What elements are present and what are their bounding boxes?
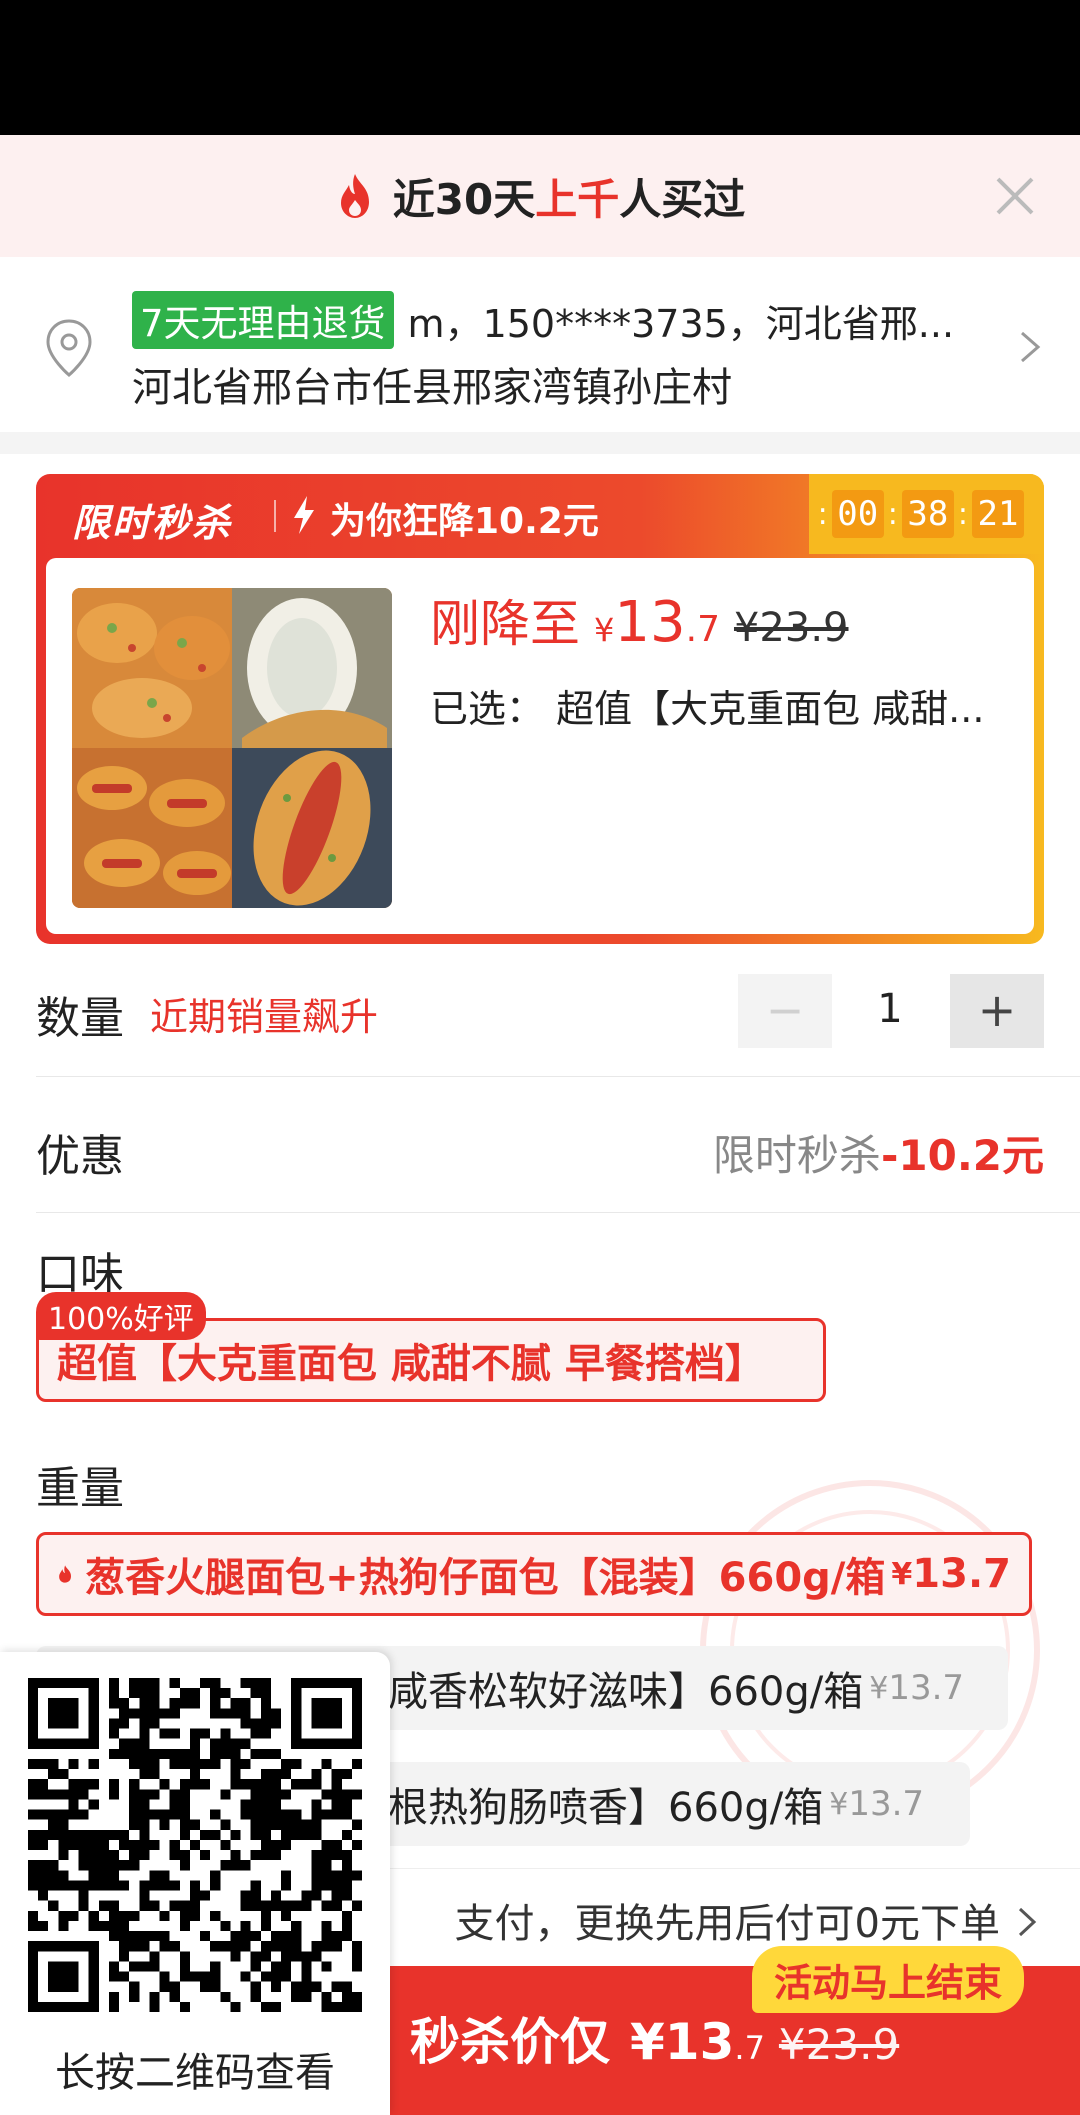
payment-method-text: 支付，更换先用后付可0元下单	[454, 1901, 1000, 1947]
sale-price-line: 刚降至 ¥ 13 .7 ¥23.9	[430, 584, 849, 656]
flash-sale-card: 限时秒杀 为你狂降10.2元 : 00 : 38 : 21 刚降至 ¥ 13 .…	[36, 474, 1044, 944]
timer-seconds: 21	[972, 490, 1024, 538]
selected-variant: 已选： 超值【大克重面包 咸甜...	[430, 687, 985, 731]
lightning-icon	[294, 496, 314, 534]
location-pin-icon	[46, 319, 92, 377]
status-bar	[0, 0, 1080, 135]
quantity-increment-button[interactable]: +	[950, 974, 1044, 1048]
chevron-right-icon	[1021, 331, 1041, 363]
address-contact: m，150****3735，河北省邢...	[407, 301, 955, 346]
qr-caption: 长按二维码查看	[55, 2050, 335, 2096]
original-price: ¥23.9	[733, 605, 849, 651]
buy-price-decimal: .7	[734, 2029, 765, 2067]
checkout-sheet: 近30天 上千 人买过 7天无理由退货 m，150****3735，河北省邢... …	[0, 0, 1080, 2115]
price-integer: 13	[614, 590, 686, 655]
timer-colon: :	[957, 496, 968, 532]
banner-text-highlight: 上千	[535, 174, 620, 224]
bread-collage-illustration	[72, 588, 392, 908]
weight-option-currency: ¥	[829, 1786, 849, 1822]
chevron-right-icon	[1018, 1907, 1037, 1937]
fire-icon	[340, 174, 369, 218]
buy-original-price: ¥23.9	[778, 2020, 900, 2069]
address-detail: 河北省邢台市任县邢家湾镇孙庄村	[132, 365, 732, 411]
price-drop-label: 刚降至	[430, 595, 580, 653]
weight-option-text: 葱香火腿面包+热狗仔面包【混装】660g/箱	[85, 1555, 886, 1601]
price-currency: ¥	[594, 611, 615, 649]
divider	[36, 1212, 1080, 1213]
flash-sale-header: 限时秒杀 为你狂降10.2元 : 00 : 38 : 21	[36, 474, 1044, 554]
weight-option-price: 13.7	[912, 1551, 1011, 1597]
qr-code-panel[interactable]: 长按二维码查看	[0, 1652, 390, 2115]
return-policy-tag: 7天无理由退货	[132, 291, 394, 349]
buy-price-integer: 13	[664, 2013, 735, 2071]
product-image[interactable]	[72, 588, 392, 908]
quantity-decrement-button[interactable]: −	[738, 974, 832, 1048]
product-summary: 刚降至 ¥ 13 .7 ¥23.9 已选： 超值【大克重面包 咸甜...	[46, 558, 1034, 934]
ending-soon-badge: 活动马上结束	[752, 1946, 1025, 2013]
quantity-value[interactable]: 1	[860, 986, 920, 1032]
weight-option-currency: ¥	[891, 1556, 913, 1592]
weight-option-price: 13.7	[888, 1668, 965, 1708]
discount-value: 限时秒杀-10.2元	[713, 1122, 1044, 1183]
fire-icon	[59, 1565, 72, 1583]
countdown-timer: : 00 : 38 : 21	[814, 490, 1024, 538]
timer-colon: :	[887, 496, 898, 532]
buy-label: 秒杀价仅	[410, 2013, 610, 2071]
timer-hours: 00	[831, 490, 884, 538]
social-proof-banner: 近30天 上千 人买过	[0, 135, 1080, 257]
price-drop-text: 为你狂降10.2元	[330, 501, 599, 542]
buy-currency: ¥	[630, 2013, 665, 2071]
weight-option-text: 根热狗肠喷香】660g/箱	[388, 1785, 824, 1831]
close-icon[interactable]	[990, 171, 1040, 221]
discount-amount: -10.2元	[880, 1131, 1044, 1180]
weight-option-currency: ¥	[869, 1670, 889, 1706]
section-separator	[0, 432, 1080, 454]
sales-hint: 近期销量飙升	[150, 995, 379, 1039]
header-divider	[274, 500, 276, 532]
weight-label: 重量	[36, 1463, 124, 1514]
discount-name: 限时秒杀	[712, 1131, 881, 1180]
discount-row: 优惠 限时秒杀-10.2元	[0, 1082, 1080, 1212]
divider	[36, 1076, 1080, 1077]
weight-option-selected[interactable]: 葱香火腿面包+热狗仔面包【混装】660g/箱 ¥ 13.7	[36, 1532, 1032, 1616]
quantity-row: 数量 近期销量飙升 − 1 +	[0, 964, 1080, 1076]
rating-badge: 100%好评	[36, 1292, 206, 1340]
weight-option-price: 13.7	[848, 1784, 925, 1824]
timer-minutes: 38	[901, 490, 954, 538]
weight-option-text: 咸香松软好滋味】660g/箱	[388, 1669, 864, 1715]
qr-code[interactable]	[28, 1678, 362, 2012]
banner-text-before: 近30天	[392, 174, 536, 224]
price-decimal: .7	[685, 609, 720, 650]
address-row[interactable]: 7天无理由退货 m，150****3735，河北省邢... 河北省邢台市任县邢家…	[0, 257, 1080, 432]
address-contact-line: 7天无理由退货 m，150****3735，河北省邢...	[132, 291, 954, 349]
flash-sale-title: 限时秒杀	[72, 501, 233, 545]
banner-text-after: 人买过	[619, 174, 746, 224]
discount-label: 优惠	[36, 1131, 124, 1182]
quantity-label: 数量	[36, 993, 124, 1044]
timer-leading-colon: :	[817, 496, 828, 532]
